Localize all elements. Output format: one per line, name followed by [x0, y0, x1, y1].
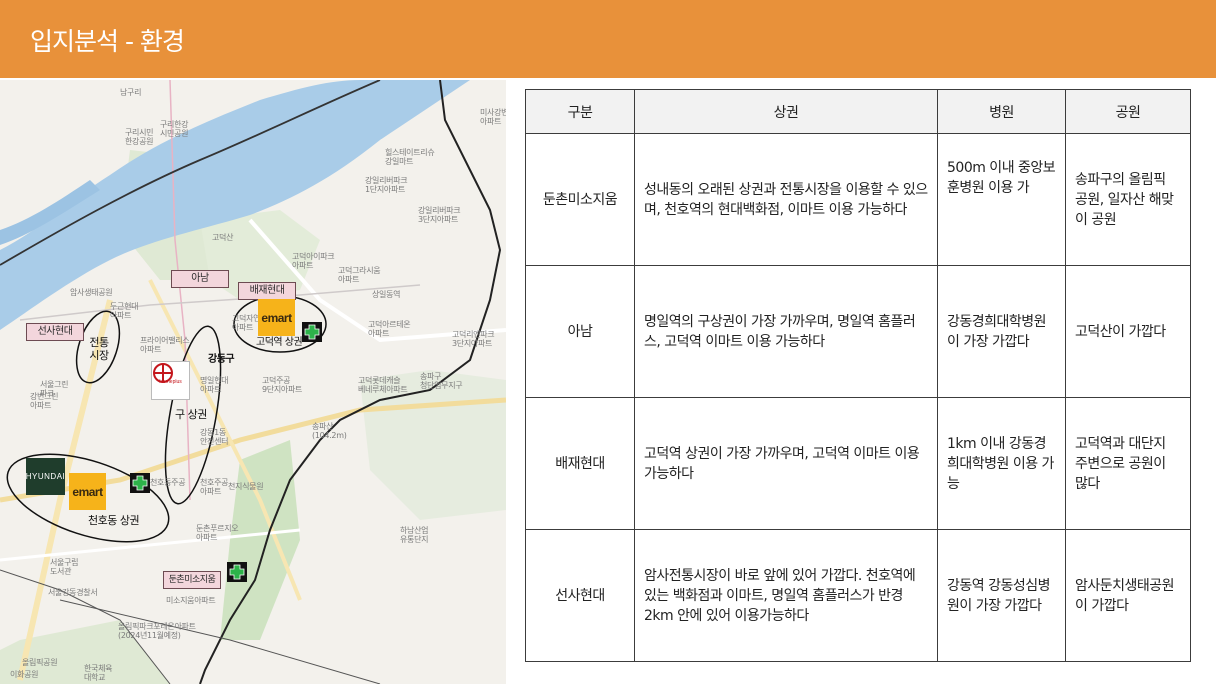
old-commercial-label: 구 상권 [175, 408, 207, 421]
homeplus-logo[interactable]: Homeplus [151, 361, 190, 400]
map-label: 강동1동 안전센터 [200, 428, 229, 446]
hospital-cell: 500m 이내 중앙보훈병원 이용 가 [937, 133, 1066, 266]
map-label: 구리한강 시민공원 [160, 120, 189, 138]
map-label: 고덕롯데캐슬 베네루체아파트 [358, 376, 408, 394]
map-label: 천호주공 아파트 [200, 478, 229, 496]
map-label: 구리시민 한강공원 [125, 128, 154, 146]
hospital-cell: 강동역 강동성심병원이 가장 가깝다 [937, 529, 1066, 662]
map-label: 하남산업 유통단지 [400, 526, 429, 544]
hospital-cross-icon[interactable] [302, 322, 322, 342]
map-label: 천지식물원 [228, 482, 264, 491]
park-cell: 암사둔치생태공원이 가깝다 [1065, 529, 1191, 662]
map-label: 서울구립 도서관 [50, 558, 79, 576]
location-map[interactable]: 남구리 구리한강 시민공원 구리시민 한강공원 힐스테이트리슈 강일마트 강일리… [0, 80, 506, 684]
page-title: 입지분석 - 환경 [30, 27, 185, 56]
row-name: 선사현대 [525, 529, 635, 662]
gangdong-gu-label: 강동구 [208, 354, 235, 365]
map-label: 서울강동경찰서 [48, 588, 98, 597]
header-category: 구분 [525, 89, 635, 134]
tag-dunchon-misojium[interactable]: 둔촌미소지움 [163, 571, 221, 589]
header-park: 공원 [1065, 89, 1191, 134]
map-label: 고덕산 [212, 233, 234, 242]
map-label: 강일리버파크 3단지아파트 [418, 206, 461, 224]
map-label: 상일동역 [372, 290, 401, 299]
row-name: 배재현대 [525, 397, 635, 530]
map-label: 두근현대 아파트 [110, 302, 139, 320]
map-label: 고덕리엔파크 3단지아파트 [452, 330, 495, 348]
tag-anam[interactable]: 아남 [171, 270, 229, 288]
commercial-cell: 암사전통시장이 바로 앞에 있어 가깝다. 천호역에 있는 백화점과 이마트, … [634, 529, 938, 662]
park-cell: 고덕산이 가깝다 [1065, 265, 1191, 398]
map-label: 송파산 (104.2m) [312, 422, 347, 440]
commercial-cell: 성내동의 오래된 상권과 전통시장을 이용할 수 있으며, 천호역의 현대백화점… [634, 133, 938, 266]
row-name: 아남 [525, 265, 635, 398]
map-label: 남구리 [120, 88, 142, 97]
page-header: 입지분석 - 환경 [0, 0, 1216, 78]
map-label: 이화공원 [10, 670, 39, 679]
godeok-commercial-label: 고덕역 상권 [256, 337, 303, 348]
map-label: 고덕그라시움 아파트 [338, 266, 381, 284]
map-label: 강변그린 아파트 [30, 392, 59, 410]
map-label: 올림픽공원 [22, 658, 58, 667]
table-row: 선사현대 암사전통시장이 바로 앞에 있어 가깝다. 천호역에 있는 백화점과 … [525, 529, 1191, 662]
hospital-cell: 1km 이내 강동경희대학병원 이용 가능 [937, 397, 1066, 530]
park-cell: 고덕역과 대단지 주변으로 공원이 많다 [1065, 397, 1191, 530]
tag-baejae-hyundai[interactable]: 배재현대 [238, 282, 296, 300]
map-label: 둔촌푸르지오 아파트 [196, 524, 239, 542]
park-cell: 송파구의 올림픽 공원, 일자산 해맞이 공원 [1065, 133, 1191, 266]
map-label: 천호동주공 [150, 478, 186, 487]
hyundai-department-store-logo[interactable]: HYUNDAI [26, 458, 65, 495]
emart-godeok-logo[interactable]: emart [258, 299, 295, 336]
hospital-cell: 강동경희대학병원이 가장 가깝다 [937, 265, 1066, 398]
map-label: 힐스테이트리슈 강일마트 [385, 148, 435, 166]
header-hospital: 병원 [937, 89, 1066, 134]
map-label: 미사강변 아파트 [480, 108, 506, 126]
header-commercial: 상권 [634, 89, 938, 134]
map-label: 고덕아이파크 아파트 [292, 252, 335, 270]
environment-analysis-table: 구분 상권 병원 공원 둔촌미소지움 성내동의 오래된 상권과 전통시장을 이용… [525, 89, 1191, 662]
cheonho-commercial-label: 천호동 상권 [88, 514, 140, 527]
hospital-cross-icon[interactable] [130, 473, 150, 493]
table-header-row: 구분 상권 병원 공원 [525, 89, 1191, 134]
map-label: 미소지움아파트 [166, 596, 216, 605]
map-label: 올림픽파크포레온아파트 (2024년11월예정) [118, 622, 196, 640]
commercial-cell: 고덕역 상권이 가장 가까우며, 고덕역 이마트 이용 가능하다 [634, 397, 938, 530]
commercial-cell: 명일역의 구상권이 가장 가까우며, 명일역 홈플러스, 고덕역 이마트 이용 … [634, 265, 938, 398]
table-row: 둔촌미소지움 성내동의 오래된 상권과 전통시장을 이용할 수 있으며, 천호역… [525, 133, 1191, 266]
emart-cheonho-logo[interactable]: emart [69, 473, 106, 510]
table-row: 아남 명일역의 구상권이 가장 가까우며, 명일역 홈플러스, 고덕역 이마트 … [525, 265, 1191, 398]
hospital-cross-icon[interactable] [227, 562, 247, 582]
map-label: 강일리버파크 1단지아파트 [365, 176, 408, 194]
map-label: 명일현대 아파트 [200, 376, 229, 394]
map-label: 한국체육 대학교 [84, 664, 113, 682]
map-label: 송파구 청단업무지구 [420, 372, 463, 390]
map-label: 고덕주공 9단지아파트 [262, 376, 303, 394]
tag-seonsa-hyundai[interactable]: 선사현대 [26, 323, 84, 341]
table-row: 배재현대 고덕역 상권이 가장 가까우며, 고덕역 이마트 이용 가능하다 1k… [525, 397, 1191, 530]
row-name: 둔촌미소지움 [525, 133, 635, 266]
map-label: 암사생태공원 [70, 288, 113, 297]
homeplus-icon [153, 363, 173, 383]
map-label: 고덕아르테온 아파트 [368, 320, 411, 338]
map-label: 프라이어팰리스 아파트 [140, 336, 190, 354]
traditional-market-label: 전통 시장 [89, 336, 109, 362]
